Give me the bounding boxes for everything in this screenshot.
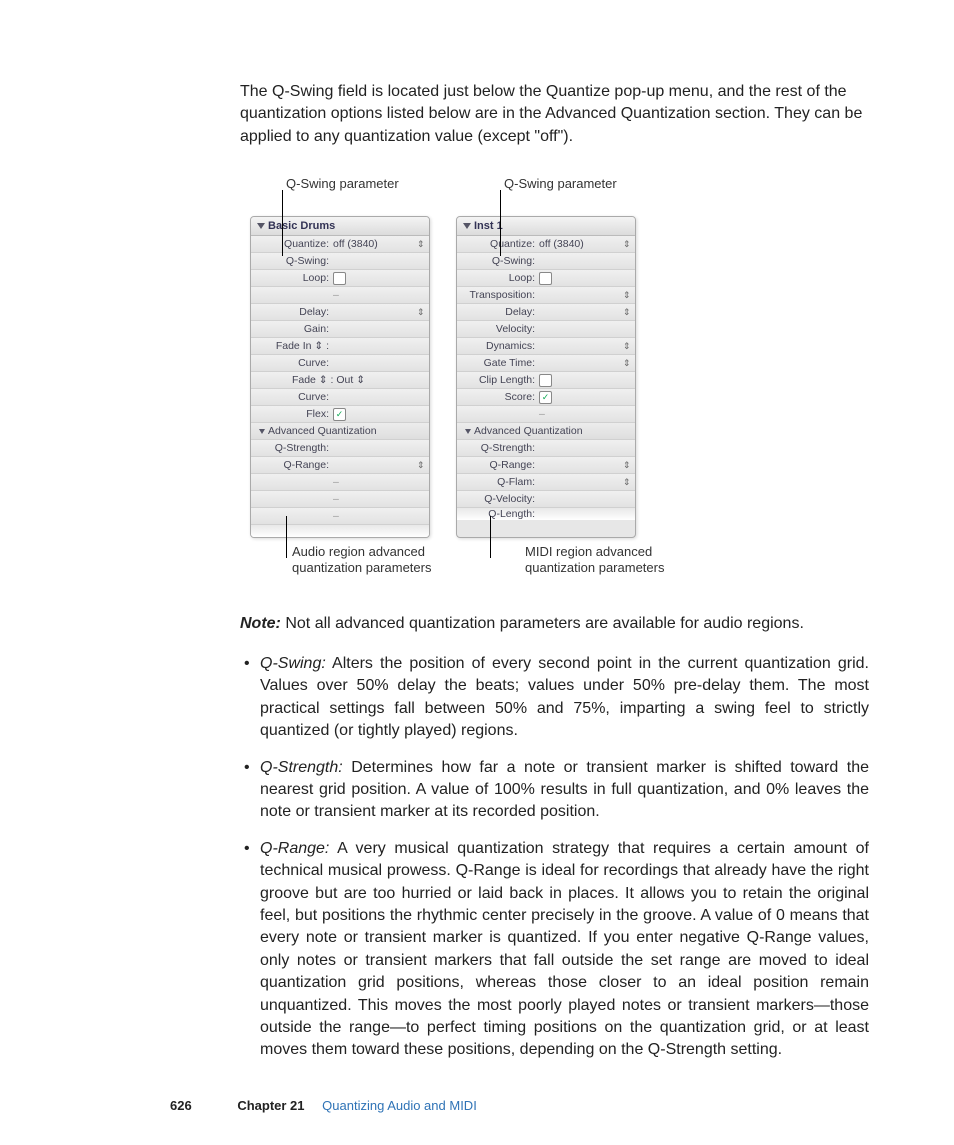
row-curve1[interactable]: Curve: xyxy=(251,355,429,372)
row-quantize-r[interactable]: Quantize: off (3840) ⇕ xyxy=(457,236,635,253)
row-gatetime[interactable]: Gate Time: ⇕ xyxy=(457,355,635,372)
stepper-icon[interactable]: ⇕ xyxy=(623,358,631,369)
row-curve2[interactable]: Curve: xyxy=(251,389,429,406)
row-qrange-r[interactable]: Q-Range: ⇕ xyxy=(457,457,635,474)
callout-bottom-left: Audio region advanced quantization param… xyxy=(250,544,457,577)
row-delay[interactable]: Delay: ⇕ xyxy=(251,304,429,321)
row-dynamics[interactable]: Dynamics: ⇕ xyxy=(457,338,635,355)
chapter-title: Quantizing Audio and MIDI xyxy=(322,1098,477,1113)
panel-header-right[interactable]: Inst 1 xyxy=(457,217,635,236)
row-gain[interactable]: Gain: xyxy=(251,321,429,338)
loop-checkbox[interactable] xyxy=(539,272,552,285)
row-flex[interactable]: Flex: ✓ xyxy=(251,406,429,423)
figure-area: Q-Swing parameter Q-Swing parameter Basi… xyxy=(250,176,690,577)
row-qflam[interactable]: Q-Flam: ⇕ xyxy=(457,474,635,491)
row-transposition[interactable]: Transposition: ⇕ xyxy=(457,287,635,304)
callout-top-right: Q-Swing parameter xyxy=(504,176,617,191)
row-blank: – xyxy=(251,474,429,491)
stepper-icon[interactable]: ⇕ xyxy=(623,460,631,471)
stepper-icon[interactable]: ⇕ xyxy=(623,239,631,250)
panel-title-left: Basic Drums xyxy=(268,220,335,232)
row-qstrength-left[interactable]: Q-Strength: xyxy=(251,440,429,457)
cliplength-checkbox[interactable] xyxy=(539,374,552,387)
note-paragraph: Note: Not all advanced quantization para… xyxy=(240,613,869,635)
disclosure-triangle-icon[interactable] xyxy=(259,429,265,434)
row-qlength[interactable]: Q-Length: xyxy=(457,508,635,520)
stepper-icon[interactable]: ⇕ xyxy=(623,477,631,488)
stepper-icon[interactable]: ⇕ xyxy=(623,307,631,318)
intro-paragraph: The Q-Swing field is located just below … xyxy=(240,81,869,148)
row-fadeout[interactable]: Fade ⇕ : Out ⇕ xyxy=(251,372,429,389)
disclosure-triangle-icon[interactable] xyxy=(465,429,471,434)
row-loop-r[interactable]: Loop: xyxy=(457,270,635,287)
score-checkbox[interactable]: ✓ xyxy=(539,391,552,404)
stepper-icon[interactable]: ⇕ xyxy=(623,341,631,352)
stepper-icon[interactable]: ⇕ xyxy=(417,307,425,318)
disclosure-triangle-icon[interactable] xyxy=(463,223,471,229)
callout-bottom-right: MIDI region advanced quantization parame… xyxy=(483,544,690,577)
stepper-icon[interactable]: ⇕ xyxy=(417,239,425,250)
panel-title-right: Inst 1 xyxy=(474,220,503,232)
def-qrange: Q-Range: A very musical quantization str… xyxy=(244,838,869,1062)
disclosure-triangle-icon[interactable] xyxy=(257,223,265,229)
def-qswing: Q-Swing: Alters the position of every se… xyxy=(244,653,869,743)
row-qstrength-r[interactable]: Q-Strength: xyxy=(457,440,635,457)
row-qswing[interactable]: Q-Swing: xyxy=(251,253,429,270)
row-blank: – xyxy=(251,491,429,508)
row-blank: – xyxy=(457,406,635,423)
chapter-number: Chapter 21 xyxy=(237,1098,304,1113)
panel-basic-drums: Basic Drums Quantize: off (3840) ⇕ Q-Swi… xyxy=(250,216,430,538)
note-label: Note: xyxy=(240,615,281,632)
row-score[interactable]: Score: ✓ xyxy=(457,389,635,406)
row-velocity[interactable]: Velocity: xyxy=(457,321,635,338)
row-quantize[interactable]: Quantize: off (3840) ⇕ xyxy=(251,236,429,253)
row-loop[interactable]: Loop: xyxy=(251,270,429,287)
definitions-list: Q-Swing: Alters the position of every se… xyxy=(240,653,869,1062)
row-blank: – xyxy=(251,287,429,304)
row-qswing-r[interactable]: Q-Swing: xyxy=(457,253,635,270)
stepper-icon[interactable]: ⇕ xyxy=(623,290,631,301)
row-cliplength[interactable]: Clip Length: xyxy=(457,372,635,389)
row-fadein[interactable]: Fade In ⇕ : xyxy=(251,338,429,355)
section-advanced-quantization-right[interactable]: Advanced Quantization xyxy=(457,423,635,440)
page-footer: 626 Chapter 21 Quantizing Audio and MIDI xyxy=(0,1098,954,1113)
callout-top-left: Q-Swing parameter xyxy=(286,176,399,191)
row-delay-r[interactable]: Delay: ⇕ xyxy=(457,304,635,321)
page-number: 626 xyxy=(170,1098,192,1113)
panel-inst1: Inst 1 Quantize: off (3840) ⇕ Q-Swing: L… xyxy=(456,216,636,538)
section-advanced-quantization-left[interactable]: Advanced Quantization xyxy=(251,423,429,440)
note-text: Not all advanced quantization parameters… xyxy=(285,615,804,632)
panel-header-left[interactable]: Basic Drums xyxy=(251,217,429,236)
row-qrange-left[interactable]: Q-Range: ⇕ xyxy=(251,457,429,474)
stepper-icon[interactable]: ⇕ xyxy=(417,460,425,471)
flex-checkbox[interactable]: ✓ xyxy=(333,408,346,421)
row-qvelocity[interactable]: Q-Velocity: xyxy=(457,491,635,508)
loop-checkbox[interactable] xyxy=(333,272,346,285)
row-blank: – xyxy=(251,508,429,525)
def-qstrength: Q-Strength: Determines how far a note or… xyxy=(244,757,869,824)
